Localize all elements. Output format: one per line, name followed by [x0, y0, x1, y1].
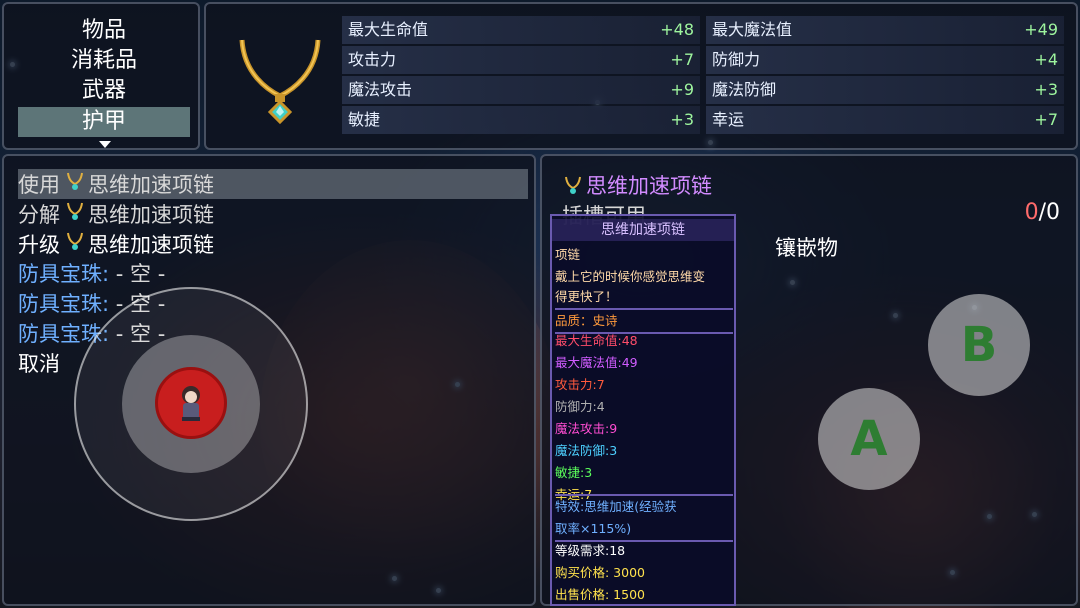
virtual-joystick-knob[interactable]: [155, 367, 227, 439]
tooltip-description: 戴上它的时候你感觉思维变: [555, 269, 706, 284]
tooltip-stat: 攻击力:7: [555, 377, 605, 392]
tooltip-stat: 魔法防御:3: [555, 443, 618, 458]
tooltip-title: 思维加速项链: [552, 219, 734, 241]
category-items[interactable]: 物品: [18, 16, 190, 46]
stat-max-mp: 最大魔法值 +49: [706, 16, 1064, 44]
action-gem-slot-1[interactable]: 防具宝珠: - 空 -: [18, 259, 528, 289]
necklace-icon: [220, 16, 340, 136]
item-stats-panel: 最大生命值 +48 最大魔法值 +49 攻击力 +7 防御力 +4 魔法攻击 +…: [204, 2, 1078, 150]
character-icon: [182, 386, 200, 421]
tooltip-stat: 敏捷:3: [555, 465, 593, 480]
tooltip-sell-price: 出售价格: 1500: [555, 587, 645, 602]
action-upgrade[interactable]: 升级 思维加速项链: [18, 229, 528, 259]
action-gem-slot-2[interactable]: 防具宝珠: - 空 -: [18, 289, 528, 319]
action-dismantle[interactable]: 分解 思维加速项链: [18, 199, 528, 229]
stat-magic-attack: 魔法攻击 +9: [342, 76, 700, 104]
inlay-label: 镶嵌物: [775, 236, 838, 260]
tooltip-stat: 最大生命值:48: [555, 333, 638, 348]
tooltip-quality: 品质：史诗: [555, 313, 618, 328]
detail-item-title: 思维加速项链: [564, 170, 712, 200]
stat-luck: 幸运 +7: [706, 106, 1064, 134]
stat-magic-defense: 魔法防御 +3: [706, 76, 1064, 104]
tooltip-level-requirement: 等级需求:18: [555, 543, 626, 558]
tooltip-stat: 最大魔法值:49: [555, 355, 638, 370]
tooltip-stat: 魔法攻击:9: [555, 421, 618, 436]
b-button[interactable]: B: [928, 294, 1030, 396]
stat-defense: 防御力 +4: [706, 46, 1064, 74]
stat-agility: 敏捷 +3: [342, 106, 700, 134]
tooltip-effect: 特效:思维加速(经验获: [555, 499, 677, 514]
stat-max-hp: 最大生命值 +48: [342, 16, 700, 44]
scroll-down-arrow-icon[interactable]: [99, 141, 111, 148]
category-consumables[interactable]: 消耗品: [18, 46, 190, 76]
tooltip-buy-price: 购买价格: 3000: [555, 565, 645, 580]
necklace-icon: [66, 229, 84, 259]
tooltip-type: 项链: [555, 247, 581, 262]
necklace-icon: [66, 169, 84, 199]
action-use[interactable]: 使用 思维加速项链: [18, 169, 528, 199]
tooltip-description-cont: 得更快了！: [555, 289, 618, 304]
a-button[interactable]: A: [818, 388, 920, 490]
category-menu: 物品 消耗品 武器 护甲: [2, 2, 200, 150]
category-weapons[interactable]: 武器: [18, 76, 190, 106]
tooltip-stat: 防御力:4: [555, 399, 605, 414]
item-tooltip: 思维加速项链 项链 戴上它的时候你感觉思维变 得更快了！ 品质：史诗 最大生命值…: [550, 214, 736, 606]
stat-attack: 攻击力 +7: [342, 46, 700, 74]
tooltip-effect-cont: 取率×115%): [555, 521, 632, 536]
necklace-icon: [66, 199, 84, 229]
necklace-icon: [564, 175, 582, 200]
slot-count: 0/0: [1024, 200, 1060, 225]
category-armor[interactable]: 护甲: [18, 107, 190, 137]
